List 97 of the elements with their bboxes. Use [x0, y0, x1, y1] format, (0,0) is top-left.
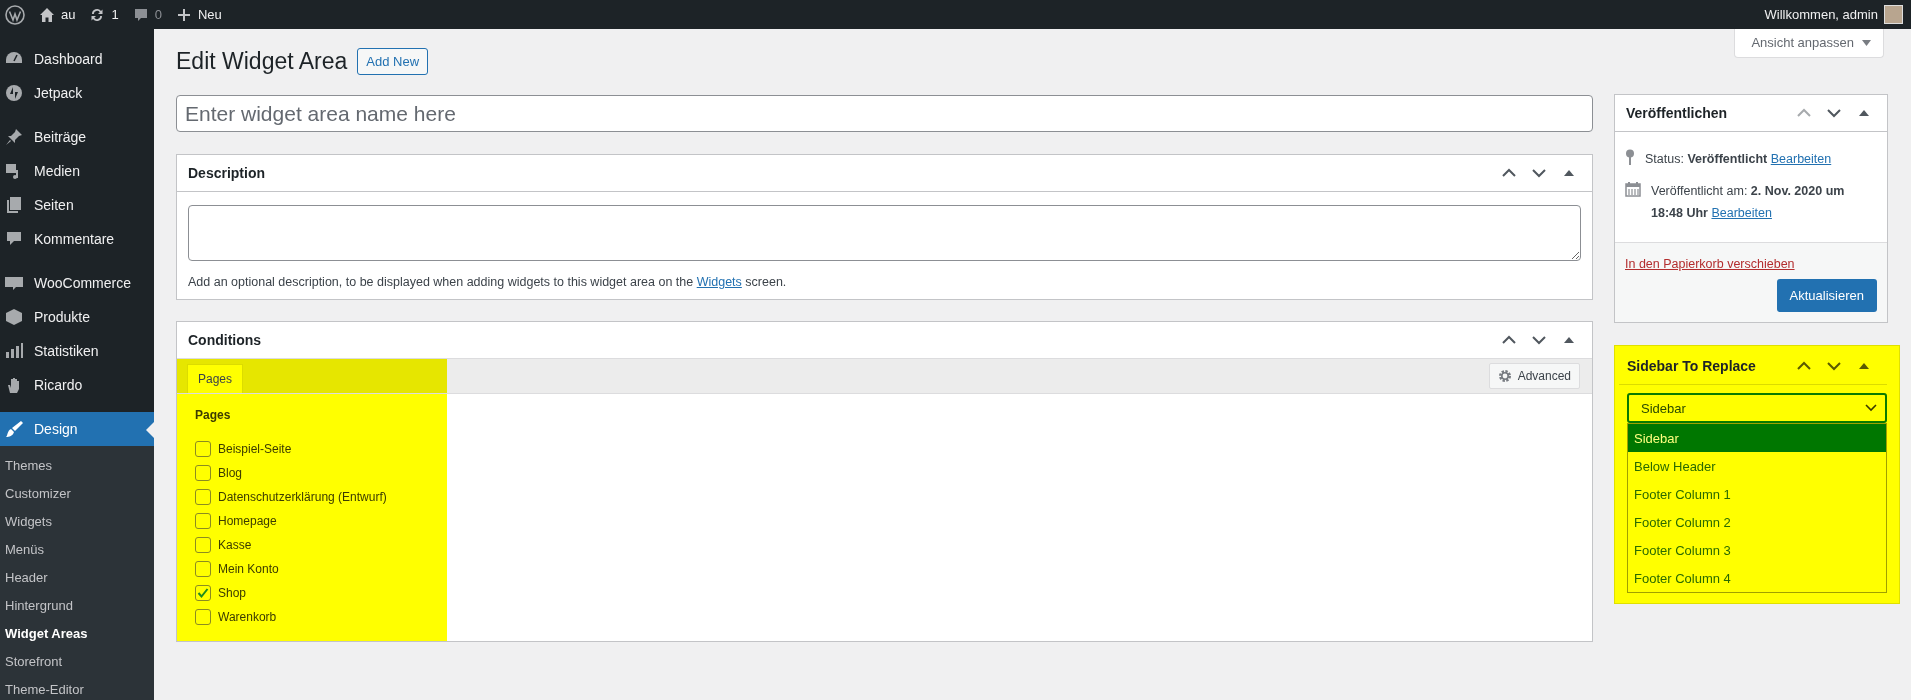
- dropdown-option[interactable]: Sidebar: [1628, 424, 1886, 452]
- panel-title: Veröffentlichen: [1626, 105, 1728, 121]
- checkbox-label: Shop: [218, 586, 247, 600]
- comment-icon: [132, 6, 149, 23]
- name-field[interactable]: Enter widget area name here: [176, 95, 1593, 132]
- chevron-up-icon: [1797, 108, 1811, 118]
- submenu-item[interactable]: Widgets: [0, 508, 154, 536]
- comments-link[interactable]: 0: [132, 6, 162, 23]
- chevron-down-icon: [1827, 108, 1841, 118]
- bolt-icon: [4, 83, 24, 103]
- menu-item[interactable]: Dashboard: [0, 42, 154, 76]
- checkbox-label: Beispiel-Seite: [218, 442, 292, 456]
- menu-item[interactable]: Kommentare: [0, 222, 154, 256]
- submenu-item[interactable]: Header: [0, 564, 154, 592]
- home-icon: [39, 6, 55, 23]
- checkbox[interactable]: [195, 513, 211, 529]
- submenu-item[interactable]: Theme-Editor: [0, 676, 154, 700]
- caret-icon: [1862, 39, 1871, 46]
- submenu-item[interactable]: Hintergrund: [0, 592, 154, 620]
- checkbox[interactable]: [195, 537, 211, 553]
- site-link[interactable]: au: [39, 6, 76, 23]
- dropdown-option[interactable]: Footer Column 1: [1628, 480, 1886, 508]
- triangle-up-icon: [1564, 337, 1574, 343]
- chevron-down-icon: [1827, 361, 1841, 371]
- section-title: Pages: [195, 408, 232, 422]
- checkbox-label: Kasse: [218, 538, 252, 552]
- checkbox[interactable]: [195, 465, 211, 481]
- chevron-up-icon: [1797, 361, 1811, 371]
- logo-icon[interactable]: [5, 4, 25, 25]
- gear-icon: [1497, 369, 1512, 383]
- screen-options-button[interactable]: Ansicht anpassen: [1734, 29, 1884, 58]
- menu-item[interactable]: Produkte: [0, 300, 154, 334]
- menu-item[interactable]: Statistiken: [0, 334, 154, 368]
- panel-title: Description: [188, 165, 265, 181]
- checkbox[interactable]: [195, 561, 211, 577]
- checkbox-label: Datenschutzerklärung (Entwurf): [218, 490, 387, 504]
- menu-item[interactable]: WooCommerce: [0, 266, 154, 300]
- submenu-item[interactable]: Customizer: [0, 480, 154, 508]
- bar-chart-icon: [4, 341, 24, 361]
- plus-icon: [175, 6, 192, 23]
- pages-icon: [4, 195, 24, 215]
- avatar-icon: [1884, 5, 1903, 24]
- submenu-item[interactable]: Themes: [0, 452, 154, 480]
- dropdown-option[interactable]: Footer Column 2: [1628, 508, 1886, 536]
- checkbox[interactable]: [195, 441, 211, 457]
- checkbox-label: Homepage: [218, 514, 277, 528]
- triangle-up-icon: [1859, 110, 1869, 116]
- location-pin-icon: [1625, 149, 1635, 165]
- refresh-icon: [89, 6, 106, 23]
- menu-item[interactable]: Seiten: [0, 188, 154, 222]
- menu-item[interactable]: Jetpack: [0, 76, 154, 110]
- triangle-up-icon: [1564, 170, 1574, 176]
- account-link[interactable]: Willkommen, admin: [1764, 5, 1903, 24]
- updates-link[interactable]: 1: [89, 6, 119, 23]
- page-title: Edit Widget Area: [176, 47, 348, 75]
- submenu-item[interactable]: Menüs: [0, 536, 154, 564]
- sidebar-select[interactable]: Sidebar: [1627, 393, 1887, 423]
- tab[interactable]: Pages: [187, 364, 244, 393]
- panel-title: Conditions: [188, 332, 262, 348]
- brush-icon: [4, 419, 24, 439]
- menu-item[interactable]: Ricardo: [0, 368, 154, 402]
- edit-link[interactable]: Bearbeiten: [1711, 206, 1772, 220]
- chevron-up-icon: [1502, 335, 1516, 345]
- help-text: Add an optional description, to be displayed when adding widgets to this widget area on the Widgets screen.: [188, 275, 788, 289]
- dropdown-option[interactable]: Below Header: [1628, 452, 1886, 480]
- chevron-down-icon: [1532, 168, 1546, 178]
- checkbox-label: Warenkorb: [218, 610, 277, 624]
- publish-date-text: Veröffentlicht am: 2. Nov. 2020 um 18:48 Uhr Bearbeiten: [1651, 183, 1846, 222]
- chevron-down-icon: [1532, 335, 1546, 345]
- status-text: Status: Veröffentlicht Bearbeiten: [1645, 151, 1832, 168]
- calendar-icon: [1625, 181, 1641, 197]
- update-button[interactable]: Aktualisieren: [1776, 279, 1877, 312]
- checkbox[interactable]: [195, 609, 211, 625]
- edit-link[interactable]: Bearbeiten: [1770, 152, 1832, 166]
- checkbox[interactable]: [195, 489, 211, 505]
- menu-item[interactable]: Beiträge: [0, 120, 154, 154]
- checkbox-label: Blog: [218, 466, 243, 480]
- submenu-item[interactable]: Widget Areas: [0, 620, 154, 648]
- description-field[interactable]: [188, 205, 1581, 261]
- menu-item[interactable]: Design: [0, 412, 154, 446]
- triangle-up-icon: [1859, 363, 1869, 369]
- box-icon: [4, 307, 24, 327]
- advanced-button[interactable]: Advanced: [1488, 363, 1580, 389]
- submenu-item[interactable]: Storefront: [0, 648, 154, 676]
- widgets-link[interactable]: Widgets: [696, 275, 742, 289]
- checkbox[interactable]: [195, 585, 211, 601]
- dropdown-option[interactable]: Footer Column 3: [1628, 536, 1886, 564]
- panel-title: Sidebar To Replace: [1627, 358, 1756, 374]
- trash-link[interactable]: In den Papierkorb verschieben: [1625, 257, 1795, 271]
- menu-item[interactable]: Medien: [0, 154, 154, 188]
- checkbox-label: Mein Konto: [218, 562, 279, 576]
- chevron-down-icon: [1865, 404, 1877, 412]
- add-new-button[interactable]: Add New: [357, 47, 429, 75]
- pushpin-icon: [4, 127, 24, 147]
- dropdown-option[interactable]: Footer Column 4: [1628, 564, 1886, 592]
- chevron-up-icon: [1502, 168, 1516, 178]
- new-link[interactable]: Neu: [175, 6, 222, 23]
